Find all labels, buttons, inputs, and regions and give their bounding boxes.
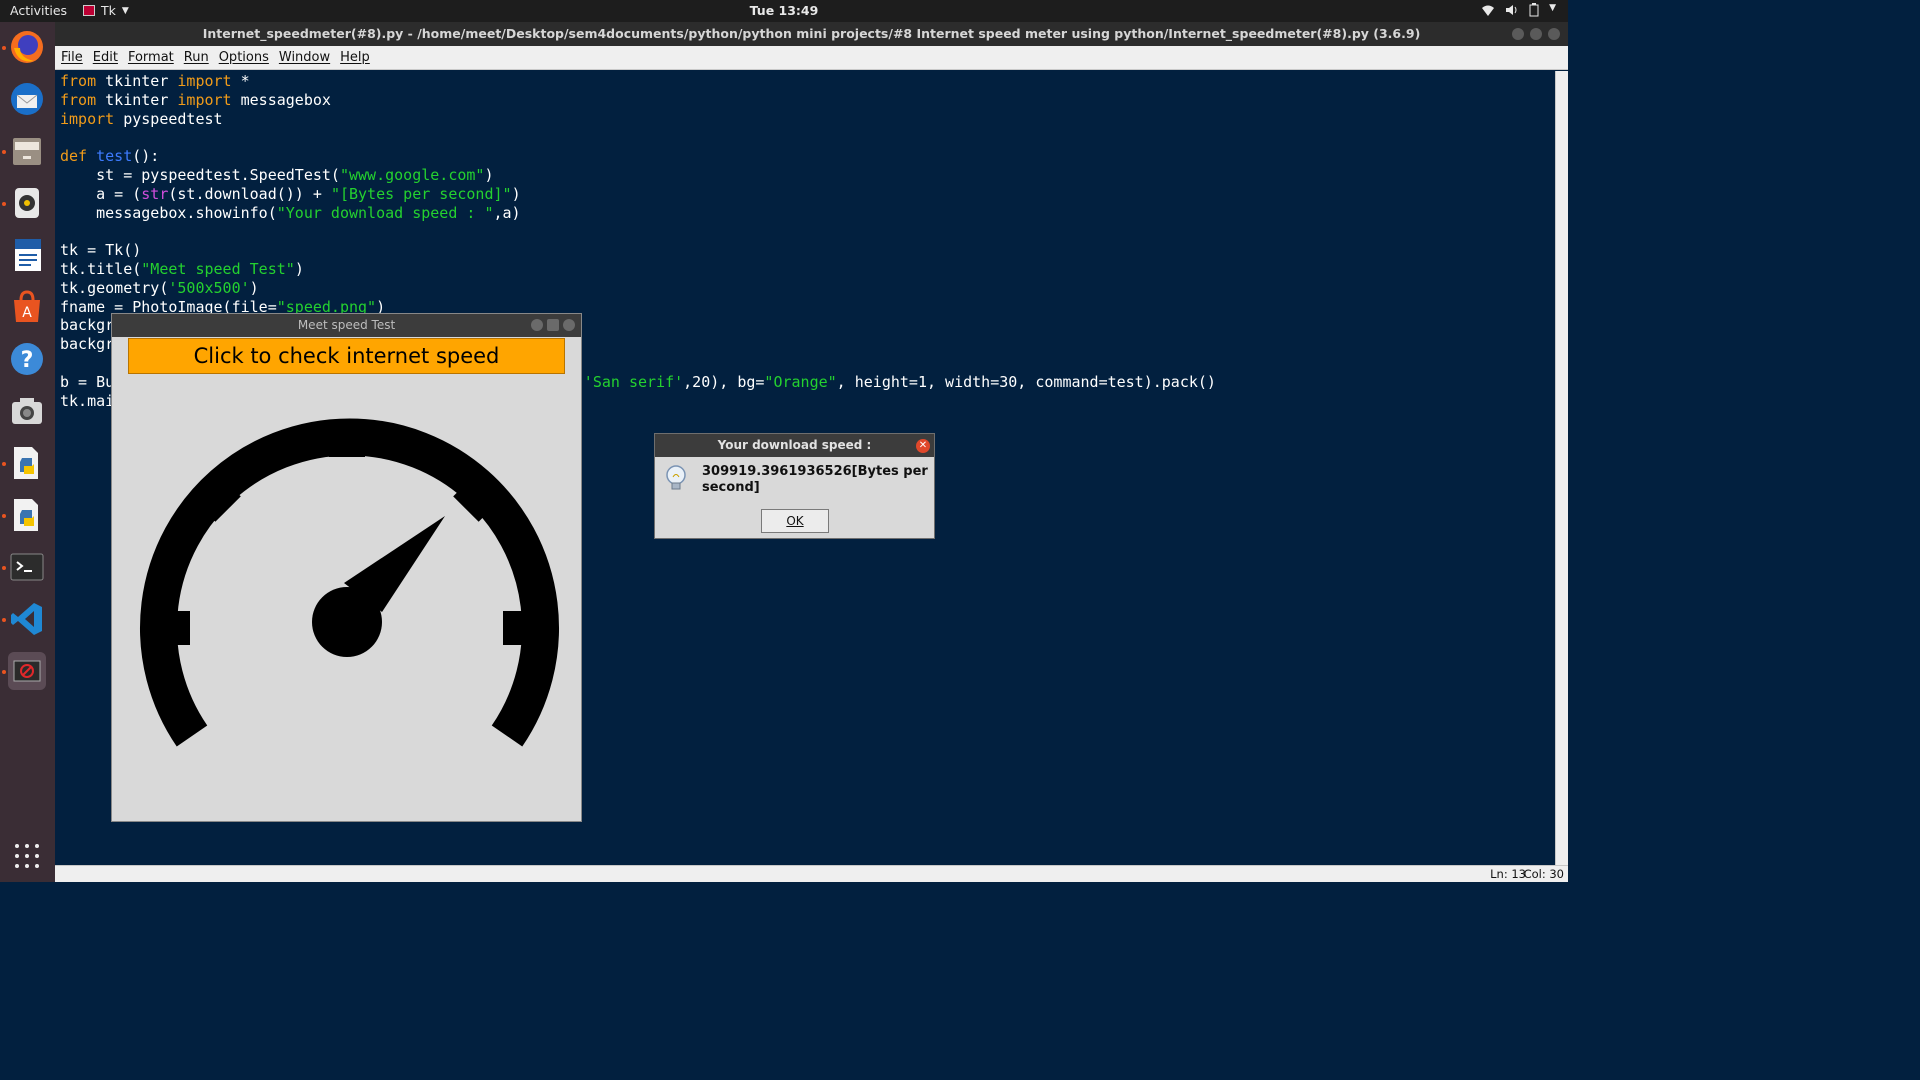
messagebox-titlebar[interactable]: Your download speed : ✕ (655, 434, 934, 457)
vscode-icon[interactable] (8, 600, 46, 638)
minimize-button[interactable] (1512, 28, 1524, 40)
messagebox-dialog: Your download speed : ✕ 309919.396193652… (654, 433, 935, 539)
tk-window-title: Meet speed Test (297, 318, 396, 332)
menu-options[interactable]: Options (219, 50, 269, 65)
files-icon[interactable] (8, 132, 46, 170)
idle-python-icon[interactable] (8, 444, 46, 482)
menu-run[interactable]: Run (184, 50, 209, 65)
maximize-button[interactable] (547, 319, 559, 331)
tk-app-icon[interactable] (8, 652, 46, 690)
battery-icon (1529, 3, 1539, 17)
code-line: from tkinter import * (60, 72, 250, 90)
ok-button[interactable]: OK (761, 509, 829, 533)
software-icon[interactable]: A (8, 288, 46, 326)
code-line: def test(): (60, 147, 160, 166)
check-speed-button[interactable]: Click to check internet speed (128, 338, 565, 374)
tk-window-titlebar[interactable]: Meet speed Test (112, 314, 581, 337)
top-bar: Activities Tk ▼ Tue 13:49 ▼ (0, 0, 1568, 22)
svg-text:A: A (22, 305, 32, 321)
maximize-button[interactable] (1530, 28, 1542, 40)
code-line: messagebox.showinfo("Your download speed… (60, 203, 521, 222)
idle-python-icon-2[interactable] (8, 496, 46, 534)
messagebox-title: Your download speed : (717, 438, 872, 452)
tk-window: Meet speed Test Click to check internet … (111, 313, 582, 822)
dock: A ? (0, 22, 55, 882)
code-line: st = pyspeedtest.SpeedTest("www.google.c… (60, 165, 494, 184)
editor-scrollbar[interactable] (1555, 71, 1568, 865)
lightbulb-info-icon (666, 465, 686, 490)
menu-window[interactable]: Window (279, 50, 330, 65)
rhythmbox-icon[interactable] (8, 184, 46, 222)
status-line-number: Ln: 13 (1490, 867, 1526, 881)
svg-text:?: ? (21, 348, 34, 373)
code-line: from tkinter import messagebox (60, 90, 331, 109)
speedometer-icon (140, 418, 559, 747)
close-button[interactable] (1548, 28, 1560, 40)
idle-window-titlebar[interactable]: Internet_speedmeter(#8).py - /home/meet/… (55, 22, 1568, 46)
close-button[interactable] (563, 319, 575, 331)
menu-help[interactable]: Help (340, 50, 370, 65)
terminal-icon[interactable] (8, 548, 46, 586)
volume-icon (1506, 5, 1517, 15)
code-line: tk.geometry('500x500') (60, 278, 259, 297)
messagebox-message: 309919.3961936526[Bytes per second] (702, 464, 928, 495)
help-icon[interactable]: ? (8, 340, 46, 378)
idle-menubar: File Edit Format Run Options Window Help (55, 46, 1568, 70)
system-tray[interactable]: ▼ (1481, 3, 1556, 17)
code-line: import pyspeedtest (60, 109, 223, 128)
clock[interactable]: Tue 13:49 (0, 3, 1568, 18)
status-bar: Ln: 13 Col: 30 (55, 865, 1568, 882)
close-icon[interactable]: ✕ (916, 439, 930, 453)
firefox-icon[interactable] (8, 28, 46, 66)
thunderbird-icon[interactable] (8, 80, 46, 118)
screenshot-icon[interactable] (8, 392, 46, 430)
wifi-icon (1482, 5, 1495, 16)
minimize-button[interactable] (531, 319, 543, 331)
code-line: tk = Tk() (60, 241, 142, 260)
menu-edit[interactable]: Edit (93, 50, 118, 65)
idle-window-title: Internet_speedmeter(#8).py - /home/meet/… (202, 26, 1421, 41)
code-line: a = (str(st.download()) + "[Bytes per se… (60, 184, 521, 203)
writer-icon[interactable] (8, 236, 46, 274)
power-menu-chevron-icon: ▼ (1549, 3, 1556, 13)
menu-file[interactable]: File (61, 50, 83, 65)
menu-format[interactable]: Format (128, 50, 174, 65)
code-line: tk.title("Meet speed Test") (60, 259, 304, 278)
status-column-number: Col: 30 (1523, 867, 1564, 881)
show-applications-icon[interactable] (15, 844, 39, 868)
